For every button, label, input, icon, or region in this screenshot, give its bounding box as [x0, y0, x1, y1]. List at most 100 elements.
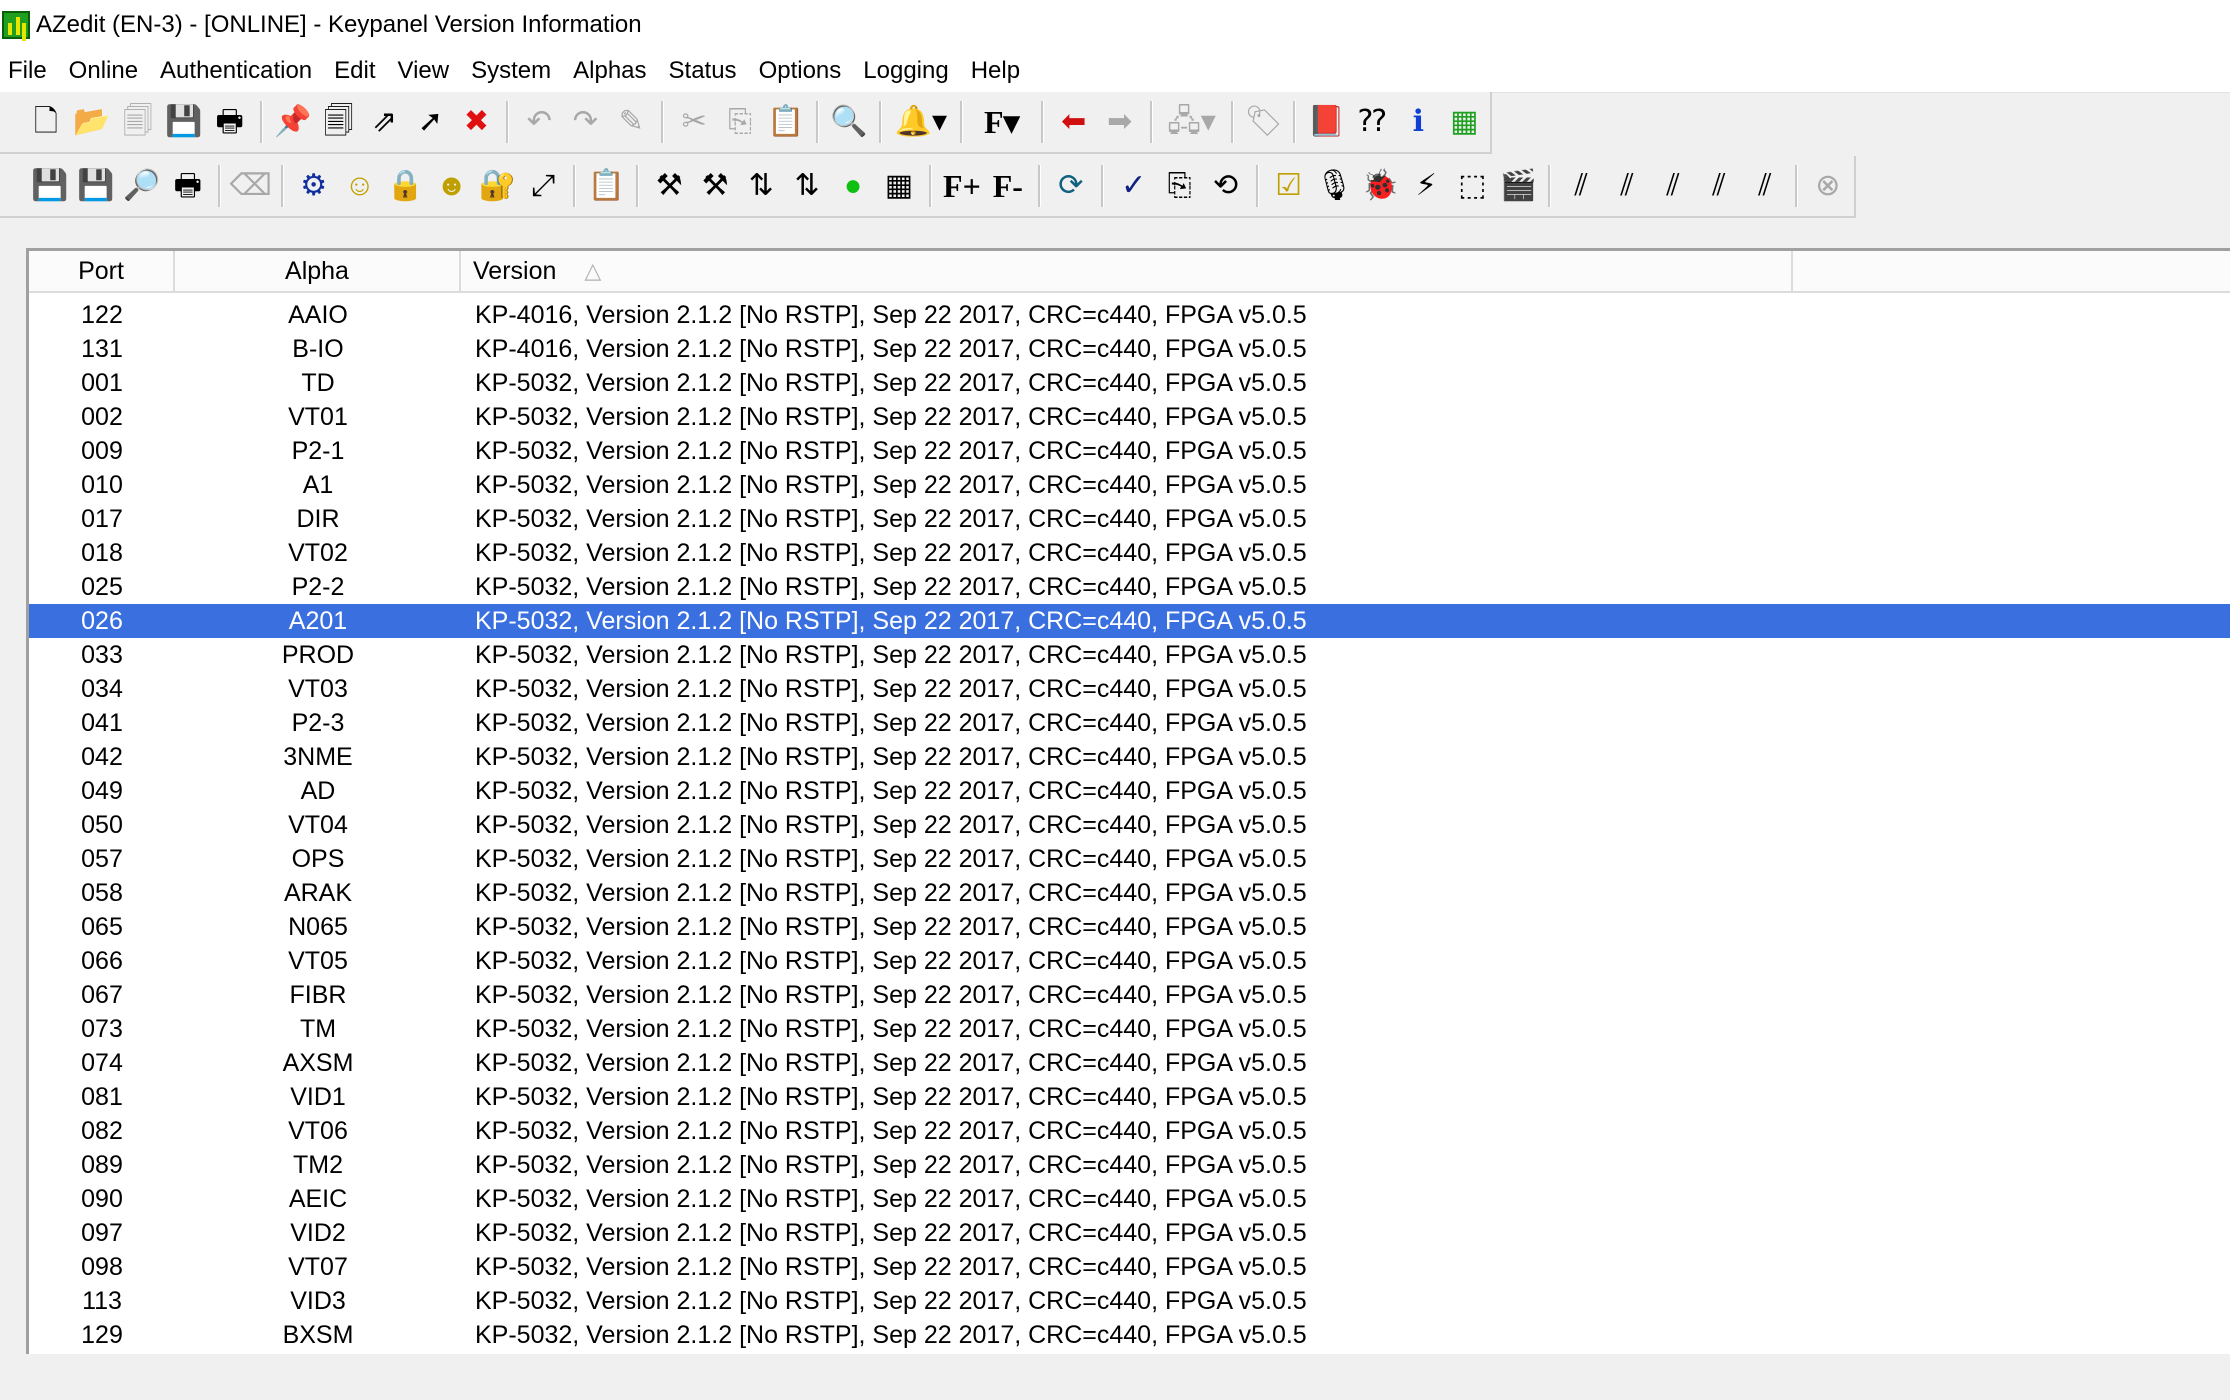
- swap-arrows-green-icon[interactable]: ⇅: [787, 163, 827, 209]
- font-dropdown-icon[interactable]: F▾: [973, 99, 1031, 145]
- search-icon[interactable]: 🔍: [829, 99, 869, 145]
- table-row[interactable]: 017 DIR KP-5032, Version 2.1.2 [No RSTP], …: [29, 502, 2230, 536]
- bug-icon[interactable]: 🐞: [1360, 163, 1400, 209]
- slate-icon[interactable]: 🎬: [1498, 163, 1538, 209]
- spellcheck-icon[interactable]: ✓: [1114, 163, 1154, 209]
- save-icon[interactable]: 💾: [164, 99, 204, 145]
- undo-icon[interactable]: ↶: [519, 99, 559, 145]
- table-row[interactable]: 131 B-IO KP-4016, Version 2.1.2 [No RSTP],…: [29, 332, 2230, 366]
- column-header-version[interactable]: Version △: [461, 251, 1793, 291]
- table-row[interactable]: 097 VID2 KP-5032, Version 2.1.2 [No RSTP],…: [29, 1216, 2230, 1250]
- red-x-icon[interactable]: ✖: [456, 99, 496, 145]
- table-row[interactable]: 113 VID3 KP-5032, Version 2.1.2 [No RSTP],…: [29, 1284, 2230, 1318]
- table-row[interactable]: 042 3NME KP-5032, Version 2.1.2 [No RSTP],…: [29, 740, 2230, 774]
- redo-icon[interactable]: ↷: [565, 99, 605, 145]
- trunk-add-icon[interactable]: ⫽: [1699, 163, 1739, 209]
- keypanel-version-list[interactable]: Port Alpha Version △ 122 AAIO KP-4016, Vers…: [26, 248, 2230, 1354]
- group-smiley-icon[interactable]: ☻: [432, 163, 472, 209]
- smiley-icon[interactable]: ☺: [340, 163, 380, 209]
- table-row[interactable]: 018 VT02 KP-5032, Version 2.1.2 [No RSTP],…: [29, 536, 2230, 570]
- table-row[interactable]: 129 BXSM KP-5032, Version 2.1.2 [No RSTP],…: [29, 1318, 2230, 1352]
- matrix-icon[interactable]: ▦: [1444, 99, 1484, 145]
- menu-status[interactable]: Status: [660, 57, 750, 85]
- table-row[interactable]: 082 VT06 KP-5032, Version 2.1.2 [No RSTP],…: [29, 1114, 2230, 1148]
- pencil-icon[interactable]: ✎: [611, 99, 651, 145]
- table-row[interactable]: 090 AEIC KP-5032, Version 2.1.2 [No RSTP],…: [29, 1182, 2230, 1216]
- menu-view[interactable]: View: [389, 57, 463, 85]
- table-row[interactable]: 049 AD KP-5032, Version 2.1.2 [No RSTP], S…: [29, 774, 2230, 808]
- menu-edit[interactable]: Edit: [325, 57, 388, 85]
- table-row[interactable]: 041 P2-3 KP-5032, Version 2.1.2 [No RSTP],…: [29, 706, 2230, 740]
- arrow-up-right-icon[interactable]: ➚: [411, 99, 451, 145]
- trunk-bar-icon[interactable]: ⫽: [1653, 163, 1693, 209]
- copy-blue-icon[interactable]: ⎘: [1160, 163, 1200, 209]
- table-row[interactable]: 067 FIBR KP-5032, Version 2.1.2 [No RSTP],…: [29, 978, 2230, 1012]
- table-row[interactable]: 073 TM KP-5032, Version 2.1.2 [No RSTP], S…: [29, 1012, 2230, 1046]
- font-plus-icon[interactable]: F+: [942, 163, 982, 209]
- open-folder-icon[interactable]: 📂: [72, 99, 112, 145]
- paste-icon[interactable]: 📋: [766, 99, 806, 145]
- book-icon[interactable]: 📕: [1306, 99, 1346, 145]
- copy-icon[interactable]: ⎘: [720, 99, 760, 145]
- devices-dropdown-icon[interactable]: 🔔▾: [892, 99, 950, 145]
- print-icon[interactable]: 🖶: [210, 99, 250, 145]
- save-green-icon[interactable]: 💾: [30, 163, 70, 209]
- menu-help[interactable]: Help: [962, 57, 1033, 85]
- checkbox-icon[interactable]: ☑: [1269, 163, 1309, 209]
- table-row[interactable]: 058 ARAK KP-5032, Version 2.1.2 [No RSTP],…: [29, 876, 2230, 910]
- eraser-icon[interactable]: ⌫: [230, 163, 272, 209]
- documents-icon[interactable]: 🗐: [319, 99, 359, 145]
- table-row[interactable]: 081 VID1 KP-5032, Version 2.1.2 [No RSTP],…: [29, 1080, 2230, 1114]
- new-file-icon[interactable]: 🗋: [26, 99, 66, 145]
- table-row[interactable]: 050 VT04 KP-5032, Version 2.1.2 [No RSTP],…: [29, 808, 2230, 842]
- tools-star-icon[interactable]: ⚒: [695, 163, 735, 209]
- table-row[interactable]: 122 AAIO KP-4016, Version 2.1.2 [No RSTP],…: [29, 298, 2230, 332]
- selection-icon[interactable]: ⬚: [1452, 163, 1492, 209]
- table-row[interactable]: 001 TD KP-5032, Version 2.1.2 [No RSTP], S…: [29, 366, 2230, 400]
- table-row[interactable]: 065 N065 KP-5032, Version 2.1.2 [No RSTP],…: [29, 910, 2230, 944]
- pin-icon[interactable]: 📌: [273, 99, 313, 145]
- menu-options[interactable]: Options: [750, 57, 855, 85]
- lock-icon[interactable]: 🔒: [386, 163, 426, 209]
- network-dropdown-icon[interactable]: 🖧▾: [1163, 99, 1221, 145]
- trunk-icon[interactable]: ⫽: [1561, 163, 1601, 209]
- green-dot-icon[interactable]: ●: [833, 163, 873, 209]
- menu-logging[interactable]: Logging: [854, 57, 961, 85]
- table-row[interactable]: 033 PROD KP-5032, Version 2.1.2 [No RSTP],…: [29, 638, 2230, 672]
- menu-system[interactable]: System: [462, 57, 564, 85]
- table-row[interactable]: 057 OPS KP-5032, Version 2.1.2 [No RSTP], …: [29, 842, 2230, 876]
- trunk-plus-icon[interactable]: ⫽: [1607, 163, 1647, 209]
- arrow-left-icon[interactable]: ⬅: [1054, 99, 1094, 145]
- table-row[interactable]: 066 VT05 KP-5032, Version 2.1.2 [No RSTP],…: [29, 944, 2230, 978]
- printer-icon[interactable]: 🖶: [168, 163, 208, 209]
- locked-panel-icon[interactable]: 🔐: [478, 163, 518, 209]
- menu-file[interactable]: File: [0, 57, 60, 85]
- table-row[interactable]: 002 VT01 KP-5032, Version 2.1.2 [No RSTP],…: [29, 400, 2230, 434]
- copy-doc-icon[interactable]: 🗐: [118, 99, 158, 145]
- table-row[interactable]: 074 AXSM KP-5032, Version 2.1.2 [No RSTP],…: [29, 1046, 2230, 1080]
- calculator-icon[interactable]: ▦: [879, 163, 919, 209]
- swap-arrows-icon[interactable]: ⇅: [741, 163, 781, 209]
- sync-icon[interactable]: ⟲: [1206, 163, 1246, 209]
- gear-icon[interactable]: ⚙: [294, 163, 334, 209]
- menu-online[interactable]: Online: [60, 57, 151, 85]
- tag-icon[interactable]: 🏷: [1244, 99, 1284, 145]
- refresh-icon[interactable]: ⟳: [1051, 163, 1091, 209]
- clipboard-icon[interactable]: 📋: [586, 163, 626, 209]
- table-row[interactable]: 034 VT03 KP-5032, Version 2.1.2 [No RSTP],…: [29, 672, 2230, 706]
- trunk-tape-icon[interactable]: ⫽: [1745, 163, 1785, 209]
- cut-icon[interactable]: ✂: [674, 99, 714, 145]
- tools-icon[interactable]: ⚒: [649, 163, 689, 209]
- column-header-alpha[interactable]: Alpha: [175, 251, 461, 291]
- beltpack-icon[interactable]: 🎙: [1315, 163, 1355, 209]
- menu-alphas[interactable]: Alphas: [564, 57, 659, 85]
- table-row[interactable]: 025 P2-2 KP-5032, Version 2.1.2 [No RSTP],…: [29, 570, 2230, 604]
- font-minus-icon[interactable]: F-: [988, 163, 1028, 209]
- table-row[interactable]: 098 VT07 KP-5032, Version 2.1.2 [No RSTP],…: [29, 1250, 2230, 1284]
- table-row[interactable]: 026 A201 KP-5032, Version 2.1.2 [No RSTP],…: [29, 604, 2230, 638]
- save-red-icon[interactable]: 💾: [76, 163, 116, 209]
- arrow-right-icon[interactable]: ➡: [1100, 99, 1140, 145]
- panel-arrow-icon[interactable]: ⤢: [523, 163, 563, 209]
- print-preview-icon[interactable]: 🔎: [122, 163, 162, 209]
- help-pointer-icon[interactable]: ⁇: [1352, 99, 1392, 145]
